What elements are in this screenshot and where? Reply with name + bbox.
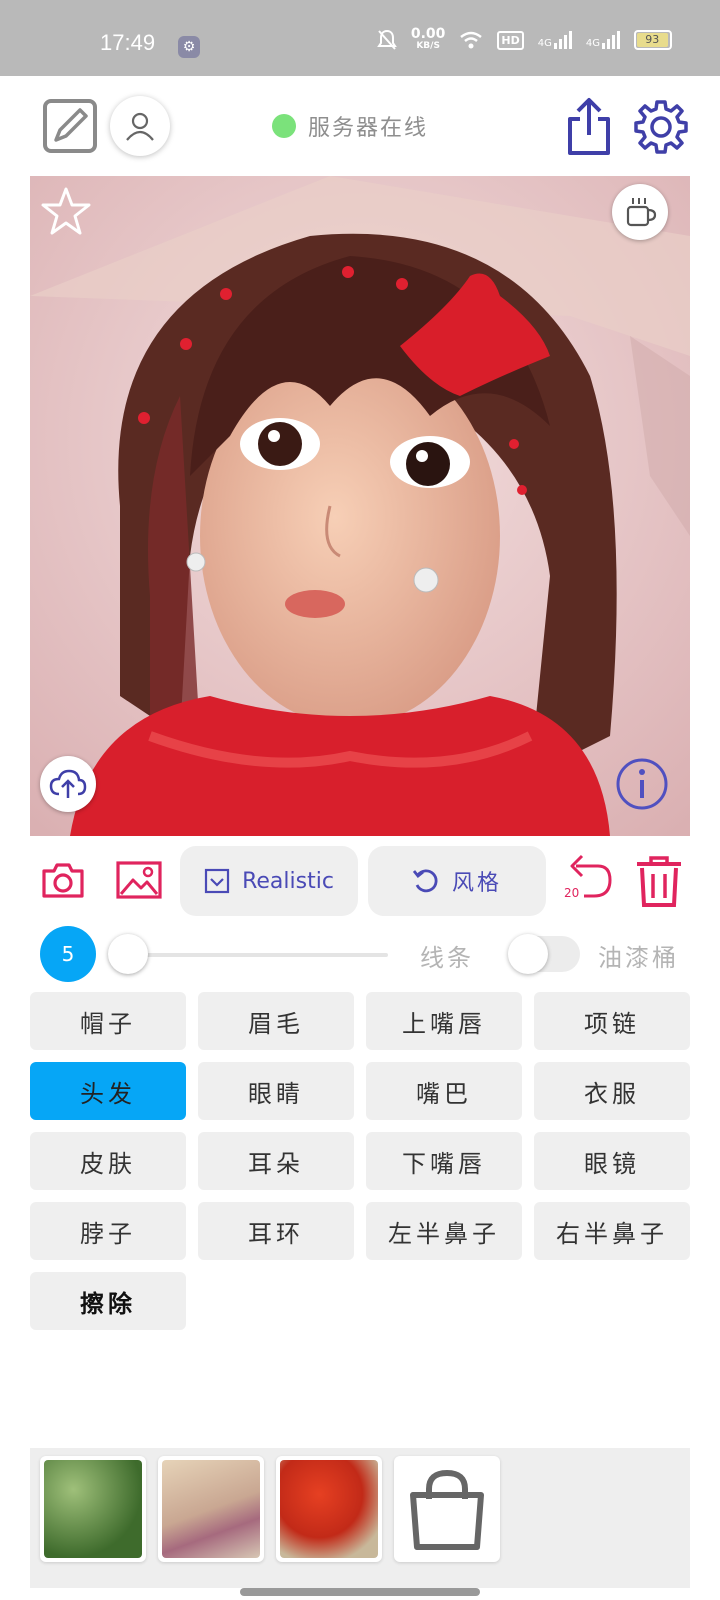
status-time: 17:49 [100, 30, 156, 55]
delete-button[interactable] [634, 854, 684, 908]
part-button[interactable]: 耳环 [198, 1202, 354, 1260]
bucket-mode-label: 油漆桶 [598, 944, 679, 972]
star-icon [41, 187, 91, 235]
part-button[interactable]: 帽子 [30, 992, 186, 1050]
trash-icon [637, 856, 681, 907]
camera-button[interactable] [40, 858, 86, 902]
image-icon [116, 861, 162, 899]
part-button[interactable]: 头发 [30, 1062, 186, 1120]
sim1-label: 4G [537, 38, 552, 49]
style-thumbnail[interactable] [276, 1456, 382, 1562]
server-status-label: 服务器在线 [308, 116, 429, 141]
share-button[interactable] [562, 96, 616, 158]
part-button[interactable]: 上嘴唇 [366, 992, 522, 1050]
part-button[interactable]: 项链 [534, 992, 690, 1050]
part-button[interactable]: 眼睛 [198, 1062, 354, 1120]
cloud-upload-button[interactable] [40, 756, 96, 812]
model-select-button[interactable]: Realistic [180, 846, 358, 916]
refresh-icon [412, 869, 438, 893]
net-speed-unit: KB/S [416, 41, 440, 51]
edit-pen-icon [43, 99, 97, 153]
coffee-button[interactable] [612, 184, 668, 240]
part-button[interactable]: 嘴巴 [366, 1062, 522, 1120]
info-icon [616, 758, 668, 810]
part-button[interactable]: 擦除 [30, 1272, 186, 1330]
part-button[interactable]: 皮肤 [30, 1132, 186, 1190]
part-button[interactable]: 脖子 [30, 1202, 186, 1260]
battery-icon: 93 [634, 30, 672, 50]
server-status: 服务器在线 [272, 110, 428, 142]
server-status-dot [272, 114, 296, 138]
edit-button[interactable] [42, 98, 98, 154]
battery-level: 93 [637, 33, 668, 47]
info-button[interactable] [614, 756, 670, 816]
brush-size-slider[interactable] [126, 953, 388, 957]
sim2-label: 4G [585, 38, 600, 49]
gallery-button[interactable] [114, 858, 164, 902]
brush-size-indicator: 5 [40, 926, 96, 982]
part-button[interactable]: 眼镜 [534, 1132, 690, 1190]
home-indicator[interactable] [240, 1588, 480, 1596]
share-upload-icon [568, 98, 610, 155]
cloud-upload-icon [49, 769, 87, 798]
status-bar: 17:49 ⚙ 0.00 KB/S HD 4G 4G 93 [0, 0, 720, 76]
style-label: 风格 [451, 871, 502, 896]
paint-bucket-toggle-knob[interactable] [508, 934, 548, 974]
bell-off-icon [376, 29, 397, 50]
coffee-cup-icon [626, 198, 657, 227]
net-speed-value: 0.00 [410, 26, 446, 42]
check-box-icon [204, 868, 230, 894]
undo-button[interactable]: 20 [562, 852, 614, 904]
hd-badge: HD [497, 30, 524, 50]
portrait-image [30, 176, 690, 836]
line-mode-label: 线条 [420, 944, 474, 972]
part-button[interactable]: 下嘴唇 [366, 1132, 522, 1190]
profile-button[interactable] [110, 96, 170, 156]
status-settings-icon: ⚙ [178, 36, 200, 58]
signal-sim1: 4G [538, 31, 572, 49]
signal-sim2: 4G [586, 31, 620, 49]
part-button[interactable]: 耳朵 [198, 1132, 354, 1190]
part-button[interactable]: 眉毛 [198, 992, 354, 1050]
brush-size-value: 5 [61, 942, 75, 966]
net-speed: 0.00 KB/S [410, 26, 446, 52]
undo-count: 20 [564, 886, 580, 900]
wifi-icon [460, 31, 483, 49]
shopping-bag-icon [410, 1469, 484, 1550]
user-icon [126, 112, 154, 141]
gear-icon [634, 100, 688, 154]
part-button[interactable]: 右半鼻子 [534, 1202, 690, 1260]
model-label: Realistic [242, 868, 334, 894]
brush-size-slider-thumb[interactable] [108, 934, 148, 974]
part-button[interactable]: 左半鼻子 [366, 1202, 522, 1260]
part-button[interactable]: 衣服 [534, 1062, 690, 1120]
favorite-button[interactable] [40, 186, 92, 240]
settings-button[interactable] [632, 98, 690, 156]
drawing-canvas[interactable] [30, 176, 690, 836]
store-button[interactable] [394, 1456, 500, 1562]
style-thumbnail[interactable] [158, 1456, 264, 1562]
style-thumbnail[interactable] [40, 1456, 146, 1562]
camera-icon [42, 863, 84, 898]
style-button[interactable]: 风格 [368, 846, 546, 916]
status-icons: 0.00 KB/S HD 4G 4G 93 [376, 26, 672, 52]
